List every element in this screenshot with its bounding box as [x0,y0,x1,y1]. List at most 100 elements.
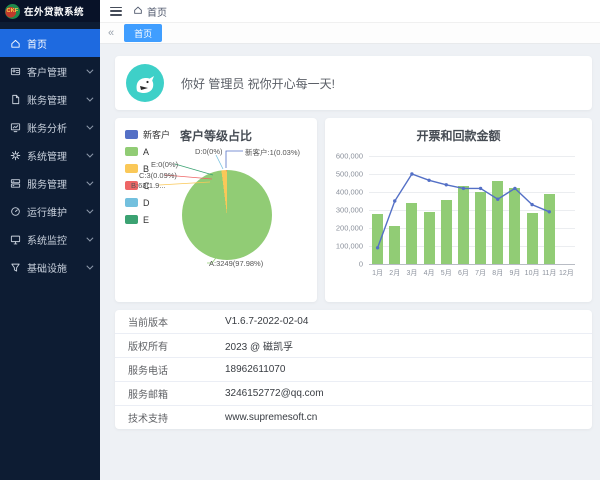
sidebar-item-system[interactable]: 系统管理 [0,141,100,169]
sidebar-item-label: 系统管理 [27,148,67,163]
info-panel: 当前版本V1.6.7-2022-02-04版权所有2023 @ 磁凯孚服务电话1… [115,310,592,429]
legend-swatch [125,147,138,156]
y-axis-tick-label: 100,000 [325,242,363,251]
line-series [369,156,575,264]
y-axis-tick-label: 400,000 [325,188,363,197]
welcome-message: 你好 管理员 祝你开心每一天! [181,75,335,92]
pie-callout-label: A:3249(97.98%) [209,259,263,268]
x-axis-tick-label: 1月 [372,268,383,278]
app-window: CKF 在外贷款系统 首页客户管理账务管理账务分析系统管理服务管理运行维护系统监… [0,0,600,480]
analysis-icon [10,122,21,133]
welcome-card: 你好 管理员 祝你开心每一天! [115,56,592,110]
pie-chart[interactable] [182,170,272,260]
topbar: 首页 [100,0,600,23]
sidebar-menu: 首页客户管理账务管理账务分析系统管理服务管理运行维护系统监控基础设施 [0,22,100,281]
y-axis-tick-label: 500,000 [325,170,363,179]
info-row: 服务邮箱3246152772@qq.com [115,382,592,406]
chevron-down-icon [86,234,93,241]
logo-icon: CKF [5,4,20,19]
chevron-down-icon [86,178,93,185]
legend-label: A [143,147,149,157]
pie-callout-label: E:0(0%) [151,160,178,169]
info-label: 服务邮箱 [115,386,225,401]
content: 你好 管理员 祝你开心每一天! 客户等级占比 新客户ABCDE D:0(0%)新… [100,44,600,480]
x-axis-tick-label: 2月 [389,268,400,278]
legend-item-D[interactable]: D [125,194,170,211]
sidebar-item-monitor[interactable]: 系统监控 [0,225,100,253]
sidebar-item-infra[interactable]: 基础设施 [0,253,100,281]
app-logo: CKF 在外贷款系统 [0,0,100,22]
info-row: 技术支持www.supremesoft.cn [115,406,592,429]
tab-home[interactable]: 首页 [124,24,162,42]
chevron-down-icon [86,66,93,73]
sidebar-item-label: 基础设施 [27,260,67,275]
y-axis-tick-label: 0 [325,260,363,269]
finance-file-icon [10,94,21,105]
chevron-down-icon [86,206,93,213]
x-axis-tick-label: 7月 [475,268,486,278]
chevron-down-icon [86,94,93,101]
x-axis-tick-label: 11月 [542,268,556,278]
pie-callout-label: B:63(1.9... [131,181,166,190]
sidebar-item-ops[interactable]: 运行维护 [0,197,100,225]
legend-swatch [125,130,138,139]
sidebar-item-label: 首页 [27,36,47,51]
y-axis-tick-label: 300,000 [325,206,363,215]
pie-chart-panel: 客户等级占比 新客户ABCDE D:0(0%)新客户:1(0.03%)E:0(0… [115,118,317,302]
tabs-scroll-left-icon[interactable]: « [105,27,117,39]
info-value: 2023 @ 磁凯孚 [225,338,293,353]
info-label: 当前版本 [115,314,225,329]
pie-callout-label: C:3(0.09%) [139,171,177,180]
sidebar-item-finance[interactable]: 账务管理 [0,85,100,113]
info-label: 技术支持 [115,410,225,425]
sidebar-item-customer[interactable]: 客户管理 [0,57,100,85]
sidebar-item-label: 系统监控 [27,232,67,247]
x-axis-tick-label: 12月 [559,268,574,278]
sidebar: CKF 在外贷款系统 首页客户管理账务管理账务分析系统管理服务管理运行维护系统监… [0,0,100,480]
x-axis-tick-label: 3月 [406,268,417,278]
bar-chart-panel: 开票和回款金额 600,000 500,000 400,000 300,000 200,… [325,118,592,302]
legend-label: D [143,198,150,208]
bar-chart-plot[interactable] [369,156,575,265]
gear-icon [10,150,21,161]
x-axis-tick-label: 5月 [441,268,452,278]
tab-bar: « 首页 [100,23,600,44]
info-value: www.supremesoft.cn [225,412,317,423]
server-icon [10,178,21,189]
funnel-icon [10,262,21,273]
breadcrumb[interactable]: 首页 [133,4,167,19]
pie-callout-label: D:0(0%) [195,147,223,156]
pie-callout-label: 新客户:1(0.03%) [245,147,300,158]
y-axis-tick-label: 200,000 [325,224,363,233]
chevron-down-icon [86,262,93,269]
customer-icon [10,66,21,77]
breadcrumb-label: 首页 [147,4,167,19]
info-label: 版权所有 [115,338,225,353]
legend-item-A[interactable]: A [125,143,170,160]
bar-chart-title: 开票和回款金额 [325,127,592,144]
legend-swatch [125,215,138,224]
info-label: 服务电话 [115,362,225,377]
sidebar-item-label: 运行维护 [27,204,67,219]
sidebar-item-label: 账务管理 [27,92,67,107]
x-axis-tick-label: 6月 [458,268,469,278]
hamburger-menu-icon[interactable] [110,7,122,16]
y-axis-tick-label: 600,000 [325,152,363,161]
x-axis-tick-label: 10月 [525,268,540,278]
sidebar-item-label: 服务管理 [27,176,67,191]
home-icon [10,38,21,49]
sidebar-item-label: 账务分析 [27,120,67,135]
legend-item-新客户[interactable]: 新客户 [125,126,170,143]
info-value: 3246152772@qq.com [225,388,324,399]
info-value: 18962611070 [225,364,285,375]
info-value: V1.6.7-2022-02-04 [225,316,308,327]
x-axis-tick-label: 4月 [424,268,435,278]
sidebar-item-home[interactable]: 首页 [0,29,100,57]
legend-swatch [125,198,138,207]
app-title: 在外贷款系统 [24,4,84,18]
x-axis-tick-label: 8月 [492,268,503,278]
sidebar-item-analysis[interactable]: 账务分析 [0,113,100,141]
charts-row: 客户等级占比 新客户ABCDE D:0(0%)新客户:1(0.03%)E:0(0… [115,118,592,302]
sidebar-item-service[interactable]: 服务管理 [0,169,100,197]
legend-item-E[interactable]: E [125,211,170,228]
